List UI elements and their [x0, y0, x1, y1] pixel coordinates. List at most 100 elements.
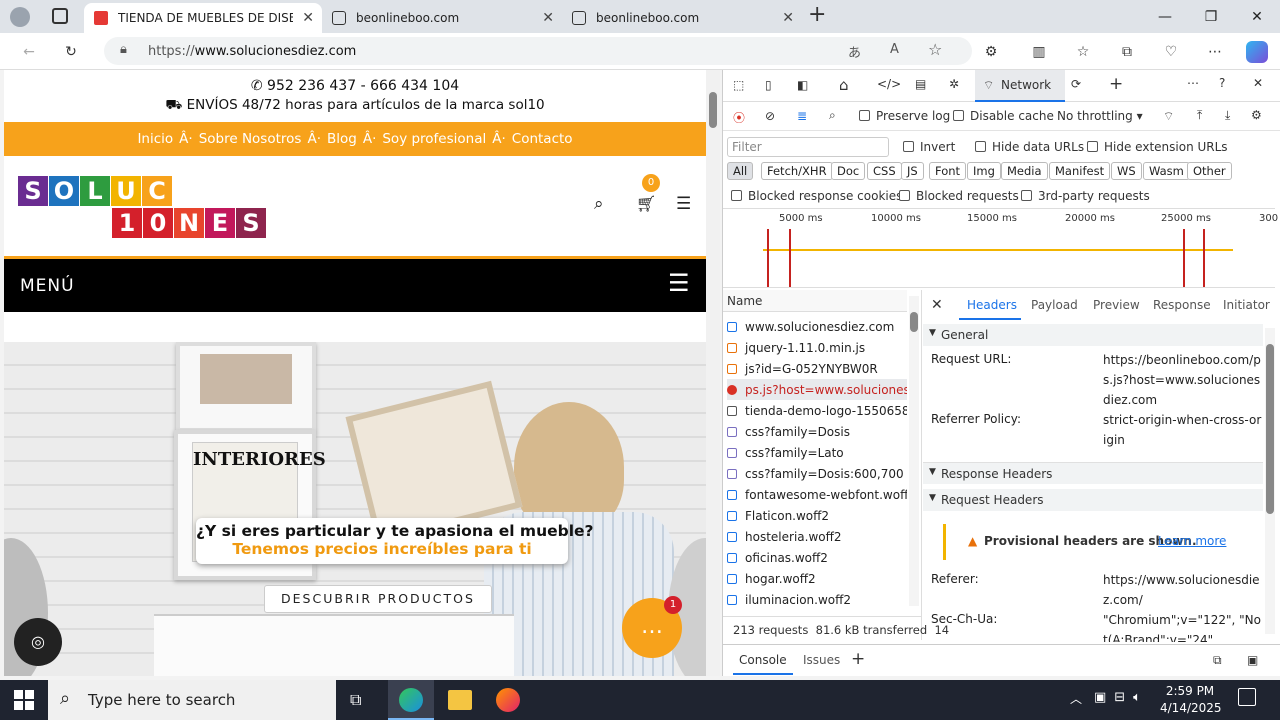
type-filter-js[interactable]: JS	[901, 162, 924, 180]
favorites-icon[interactable]: ☆	[1072, 41, 1094, 63]
performance-icon[interactable]: ⟳	[1071, 77, 1081, 91]
privacy-widget-icon[interactable]: ◎	[14, 618, 62, 666]
preserve-log-checkbox[interactable]: Preserve log	[859, 109, 950, 123]
welcome-icon[interactable]: ⌂	[839, 76, 849, 94]
scroll-thumb[interactable]	[709, 92, 717, 128]
copilot-icon[interactable]	[1246, 41, 1268, 63]
discover-products-button[interactable]: DESCUBRIR PRODUCTOS	[264, 585, 492, 613]
add-tool-icon[interactable]: +	[1109, 74, 1123, 94]
drawer-tab-issues[interactable]: Issues	[803, 653, 840, 667]
type-filter-css[interactable]: CSS	[867, 162, 902, 180]
tray-icons[interactable]: ▣⊟🔈︎	[1094, 690, 1149, 705]
hamburger-icon[interactable]: ☰	[676, 194, 691, 214]
request-row[interactable]: tienda-demo-logo-1550658...	[727, 400, 907, 421]
sources-icon[interactable]: ✲	[949, 77, 959, 91]
request-list-scrollbar[interactable]	[909, 296, 919, 606]
close-tab-icon[interactable]: ✕	[542, 10, 554, 26]
reload-icon[interactable]: ↻	[60, 41, 82, 63]
tab-headers[interactable]: Headers	[967, 298, 1017, 312]
network-conditions-icon[interactable]: ⌔	[1163, 109, 1174, 124]
tab-tienda[interactable]: TIENDA DE MUEBLES DE DISEÑO ✕	[84, 3, 322, 33]
nav-blog[interactable]: Blog	[327, 131, 357, 147]
request-row[interactable]: hosteleria.woff2	[727, 526, 907, 547]
close-tab-icon[interactable]: ✕	[782, 10, 794, 26]
show-hidden-icons[interactable]: ︿	[1070, 690, 1082, 707]
type-filter-media[interactable]: Media	[1001, 162, 1048, 180]
disable-cache-checkbox[interactable]: Disable cache	[953, 109, 1054, 123]
performance-icon[interactable]: ♡	[1160, 41, 1182, 63]
url-bar[interactable]: 🔒︎ https://www.solucionesdiez.com あ A ☆	[104, 37, 972, 65]
device-icon[interactable]: ▯	[765, 78, 772, 92]
dock-drawer-icon[interactable]: ⧉	[1213, 653, 1222, 668]
type-filter-manifest[interactable]: Manifest	[1049, 162, 1111, 180]
profile-icon[interactable]	[10, 7, 30, 27]
request-row[interactable]: js?id=G-052YNYBW0R	[727, 358, 907, 379]
hide-data-urls-checkbox[interactable]: Hide data URLs	[975, 140, 1084, 154]
close-drawer-icon[interactable]: ▣	[1247, 653, 1258, 667]
name-column-header[interactable]: Name	[723, 290, 907, 312]
nav-inicio[interactable]: Inicio	[137, 131, 173, 147]
tab-initiator[interactable]: Initiator	[1223, 298, 1270, 312]
hide-extension-urls-checkbox[interactable]: Hide extension URLs	[1087, 140, 1228, 154]
request-row[interactable]: hogar.woff2	[727, 568, 907, 589]
tab-actions-icon[interactable]	[52, 8, 68, 24]
request-row[interactable]: www.solucionesdiez.com	[727, 316, 907, 337]
request-row[interactable]: css?family=Dosis	[727, 421, 907, 442]
response-headers-section[interactable]: ▼ Response Headers	[923, 462, 1263, 484]
cart-icon[interactable]: 🛒︎	[636, 194, 656, 213]
request-headers-section[interactable]: ▼ Request Headers	[923, 489, 1263, 511]
add-drawer-tab-icon[interactable]: +	[851, 649, 865, 669]
read-aloud-icon[interactable]: A	[890, 42, 899, 57]
close-devtools-icon[interactable]: ✕	[1253, 76, 1263, 90]
third-party-checkbox[interactable]: 3rd-party requests	[1021, 189, 1150, 203]
drawer-tab-console[interactable]: Console	[739, 653, 787, 667]
restore-icon[interactable]: ❐	[1188, 0, 1234, 33]
type-filter-all[interactable]: All	[727, 162, 754, 180]
start-icon[interactable]	[14, 690, 34, 710]
detail-scrollbar[interactable]	[1265, 328, 1275, 634]
tab-beonlineboo-1[interactable]: beonlineboo.com ✕	[322, 3, 562, 33]
filter-icon[interactable]: ≣	[797, 109, 807, 123]
more-tools-icon[interactable]: ⋯	[1187, 76, 1199, 90]
close-tab-icon[interactable]: ✕	[302, 10, 314, 26]
elements-icon[interactable]: </>	[877, 77, 901, 91]
filter-input[interactable]: Filter	[727, 137, 889, 157]
inspect-icon[interactable]: ⬚	[733, 78, 744, 92]
type-filter-ws[interactable]: WS	[1111, 162, 1142, 180]
task-view-icon[interactable]: ⧉	[350, 690, 361, 710]
request-row[interactable]: iluminacion.woff2	[727, 589, 907, 610]
nav-soy-profesional[interactable]: Soy profesional	[382, 131, 486, 147]
general-section-header[interactable]: ▼ General	[923, 324, 1263, 346]
clear-icon[interactable]: ⊘	[765, 109, 775, 123]
new-tab-button[interactable]: +	[808, 2, 826, 27]
site-logo[interactable]: SOLUC 10NES	[18, 176, 267, 238]
dock-icon[interactable]: ◧	[797, 78, 808, 92]
translate-icon[interactable]: あ	[848, 42, 861, 61]
search-icon[interactable]: ⌕	[594, 194, 604, 214]
help-icon[interactable]: ?	[1219, 76, 1225, 90]
taskbar-search[interactable]: ⌕ Type here to search	[48, 680, 336, 720]
request-row-selected[interactable]: ps.js?host=www.soluciones...	[727, 379, 907, 400]
timeline-overview[interactable]: 5000 ms 10000 ms 15000 ms 20000 ms 25000…	[723, 208, 1278, 288]
nav-sobre-nosotros[interactable]: Sobre Nosotros	[199, 131, 302, 147]
invert-checkbox[interactable]: Invert	[903, 140, 955, 154]
settings-icon[interactable]: ⚙	[1251, 108, 1262, 122]
minimize-icon[interactable]: —	[1142, 0, 1188, 33]
blocked-requests-checkbox[interactable]: Blocked requests	[899, 189, 1019, 203]
menu-hamburger-icon[interactable]: ☰	[668, 269, 690, 297]
close-window-icon[interactable]: ✕	[1234, 0, 1280, 33]
type-filter-other[interactable]: Other	[1187, 162, 1232, 180]
more-icon[interactable]: ⋯	[1204, 41, 1226, 63]
file-explorer-icon[interactable]	[448, 690, 472, 710]
request-row[interactable]: fontawesome-webfont.woff...	[727, 484, 907, 505]
throttling-select[interactable]: No throttling ▾	[1057, 109, 1143, 123]
menu-bar[interactable]: MENÚ ☰	[4, 256, 706, 312]
firefox-icon[interactable]	[496, 688, 520, 712]
clock[interactable]: 2:59 PM 4/14/2025	[1160, 683, 1222, 717]
collections-icon[interactable]: ⧉	[1116, 41, 1138, 63]
extensions-icon[interactable]: ⚙	[980, 41, 1002, 63]
blocked-cookies-checkbox[interactable]: Blocked response cookies	[731, 189, 902, 203]
type-filter-font[interactable]: Font	[929, 162, 967, 180]
record-icon[interactable]: ⦿	[733, 109, 745, 126]
type-filter-doc[interactable]: Doc	[831, 162, 866, 180]
